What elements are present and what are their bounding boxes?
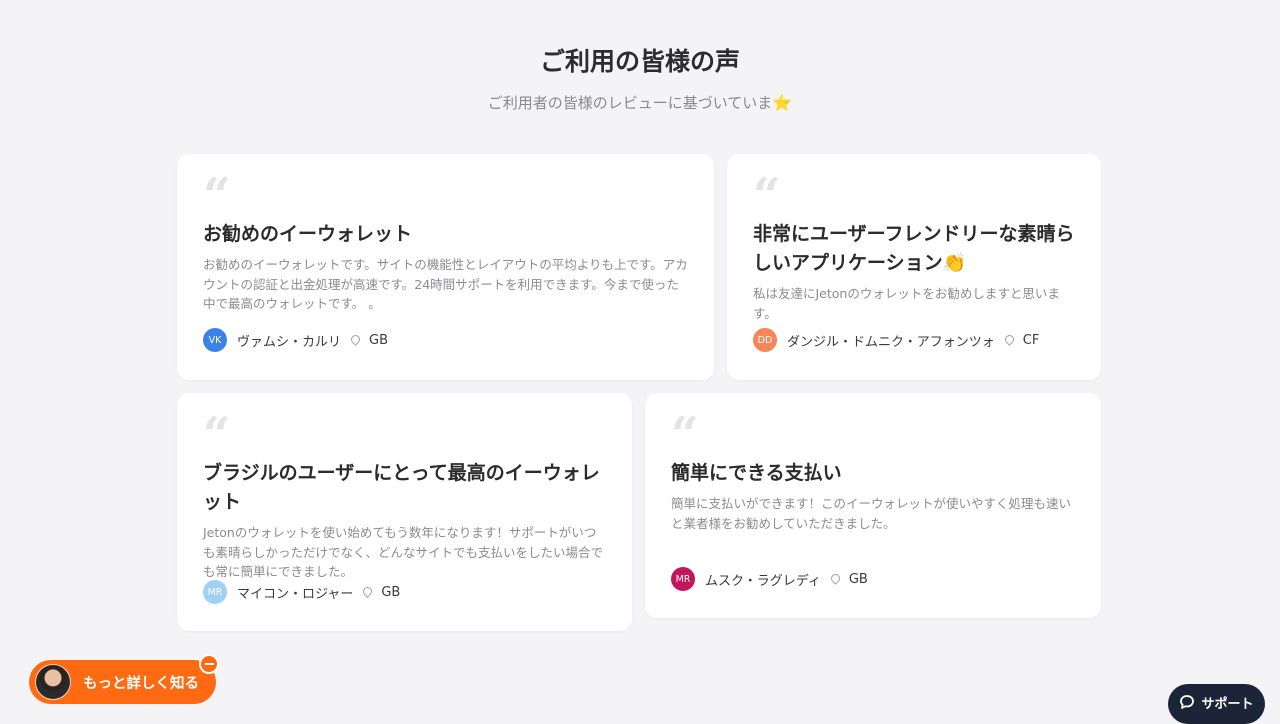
review-author: MR ムスク・ラグレディ GB <box>671 567 868 591</box>
author-country: GB <box>381 584 401 600</box>
review-title: 非常にユーザーフレンドリーな素晴らしいアプリケーション👏 <box>753 220 1075 278</box>
avatar: DD <box>753 328 777 352</box>
review-title-text: 非常にユーザーフレンドリーな素晴らしいアプリケーション <box>753 223 1075 274</box>
avatar: MR <box>671 567 695 591</box>
review-card: “ ブラジルのユーザーにとって最高のイーウォレット Jetonのウォレットを使い… <box>177 393 632 631</box>
review-card: “ 簡単にできる支払い 簡単に支払いができます！このイーウォレットが使いやすく処… <box>645 393 1101 618</box>
review-author: VK ヴァムシ・カルリ GB <box>203 328 388 352</box>
quote-icon: “ <box>671 415 699 447</box>
avatar: MR <box>203 580 227 604</box>
quote-icon: “ <box>753 176 781 208</box>
author-country: GB <box>848 571 868 587</box>
learn-more-button[interactable]: もっと詳しく知る <box>29 660 216 704</box>
quote-icon: “ <box>203 415 231 447</box>
review-title: お勧めのイーウォレット <box>203 223 413 245</box>
review-body: 私は友達にJetonのウォレットをお勧めしますと思います。 <box>753 286 1060 321</box>
author-name: ムスク・ラグレディ <box>705 573 821 589</box>
agent-avatar <box>35 664 71 700</box>
author-country: GB <box>369 332 389 348</box>
page-subtitle: ご利用者の皆様のレビューに基づいていま⭐ <box>0 92 1280 113</box>
location-pin-icon <box>828 571 842 585</box>
page-title: ご利用の皆様の声 <box>539 47 740 76</box>
avatar: VK <box>203 328 227 352</box>
author-name: ヴァムシ・カルリ <box>237 334 342 350</box>
location-pin-icon <box>361 584 375 598</box>
review-title: 簡単にできる支払い <box>671 462 842 484</box>
author-name: マイコン・ロジャー <box>237 586 354 602</box>
review-author: MR マイコン・ロジャー GB <box>203 580 400 604</box>
review-author: DD ダンジル・ドムニク・アフォンツォ CF <box>753 328 1039 352</box>
quote-icon: “ <box>203 176 231 208</box>
location-pin-icon <box>349 332 362 346</box>
review-card: “ お勧めのイーウォレット お勧めのイーウォレットです。サイトの機能性とレイアウ… <box>177 154 714 380</box>
review-body: 簡単に支払いができます！このイーウォレットが使いやすく処理も速いと業者様をお勧め… <box>671 496 1072 531</box>
author-country: CF <box>1022 332 1040 348</box>
review-body: お勧めのイーウォレットです。サイトの機能性とレイアウトの平均よりも上です。アカウ… <box>203 257 688 311</box>
review-body: Jetonのウォレットを使い始めてもう数年になります！サポートがいつも素晴らしか… <box>203 525 604 579</box>
review-title: ブラジルのユーザーにとって最高のイーウォレット <box>203 462 600 513</box>
support-chat-button[interactable]: サポート <box>1168 684 1265 724</box>
chat-bubble-icon <box>1180 695 1195 709</box>
learn-more-label: もっと詳しく知る <box>83 675 199 692</box>
location-pin-icon <box>1002 332 1016 346</box>
review-card: “ 非常にユーザーフレンドリーな素晴らしいアプリケーション👏 私は友達にJeto… <box>727 154 1101 380</box>
subtitle-text: ご利用者の皆様のレビューに基づいていま <box>487 94 773 112</box>
star-icon: ⭐ <box>772 93 793 112</box>
minimize-icon[interactable] <box>199 654 219 674</box>
clapping-hands-icon: 👏 <box>942 252 967 274</box>
author-name: ダンジル・ドムニク・アフォンツォ <box>787 334 995 350</box>
support-label: サポート <box>1201 696 1254 712</box>
